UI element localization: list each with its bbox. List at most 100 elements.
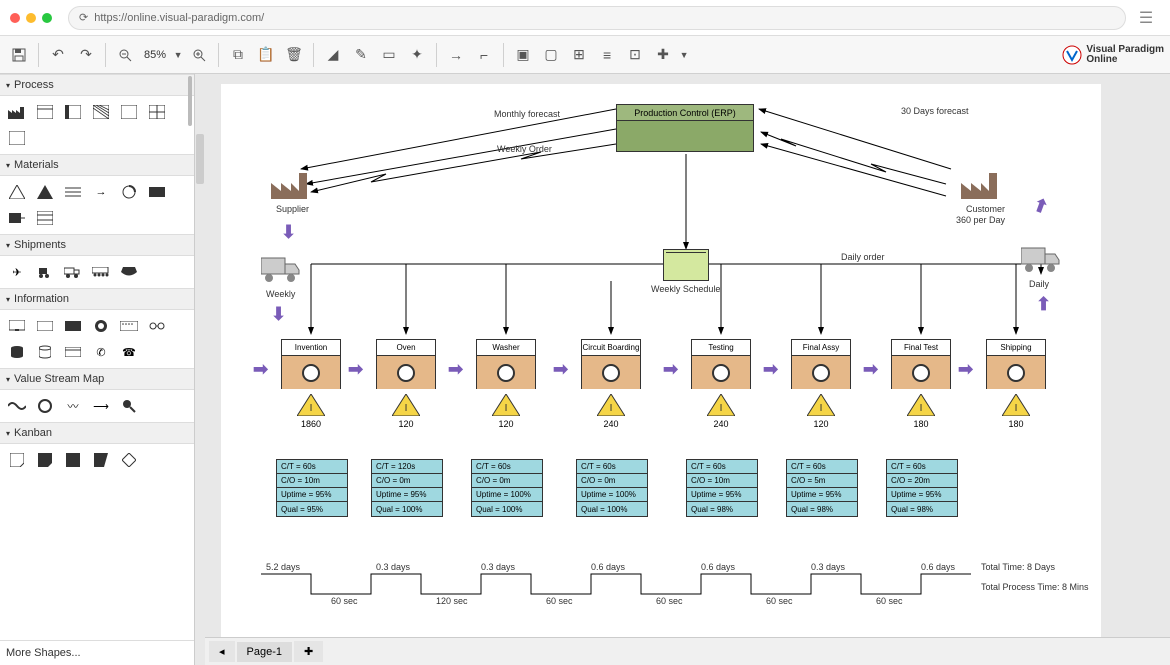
shape-rect-icon[interactable] bbox=[6, 128, 28, 148]
shape-plane-icon[interactable]: ✈ bbox=[6, 262, 28, 282]
redo-icon[interactable]: ↷ bbox=[73, 42, 99, 68]
shape-rectfill-icon[interactable] bbox=[62, 316, 84, 336]
align-icon[interactable]: ≡ bbox=[594, 42, 620, 68]
supplier-factory-icon[interactable] bbox=[271, 169, 309, 199]
shape-boat-icon[interactable] bbox=[118, 262, 140, 282]
metrics-box[interactable]: C/T = 60sC/O = 20mUptime = 95%Qual = 98% bbox=[886, 459, 958, 517]
page-tab-1[interactable]: Page-1 bbox=[237, 642, 292, 662]
shape-wave-icon[interactable]: 〰 bbox=[62, 396, 84, 416]
inventory-triangle-icon[interactable]: I bbox=[907, 394, 935, 416]
weekly-schedule-box[interactable] bbox=[663, 249, 709, 281]
sidebar-group-kanban[interactable]: ▾Kanban bbox=[0, 422, 194, 444]
inventory-triangle-icon[interactable]: I bbox=[492, 394, 520, 416]
connector-icon[interactable]: → bbox=[443, 42, 469, 68]
shape-screen-icon[interactable] bbox=[6, 316, 28, 336]
sidebar-group-information[interactable]: ▾Information bbox=[0, 288, 194, 310]
shape-push-icon[interactable]: → bbox=[90, 182, 112, 202]
shape-op-icon[interactable] bbox=[34, 396, 56, 416]
process-testing[interactable]: Testing bbox=[691, 339, 751, 389]
shape-keyboard-icon[interactable] bbox=[118, 316, 140, 336]
inventory-triangle-icon[interactable]: I bbox=[392, 394, 420, 416]
more-shapes-link[interactable]: More Shapes... bbox=[0, 640, 194, 665]
page-nav-prev[interactable]: ◂ bbox=[209, 641, 235, 662]
vp-logo[interactable]: Visual ParadigmOnline bbox=[1062, 45, 1164, 65]
save-icon[interactable] bbox=[6, 42, 32, 68]
shape-k3-icon[interactable] bbox=[62, 450, 84, 470]
paste-icon[interactable]: 📋 bbox=[253, 42, 279, 68]
metrics-box[interactable]: C/T = 60sC/O = 10mUptime = 95%Qual = 98% bbox=[686, 459, 758, 517]
shape-rect2-icon[interactable] bbox=[34, 316, 56, 336]
process-final-test[interactable]: Final Test bbox=[891, 339, 951, 389]
diagram-canvas[interactable]: Production Control (ERP) Monthly forecas… bbox=[221, 84, 1101, 637]
shape-supermarket-icon[interactable] bbox=[6, 208, 28, 228]
add-dropdown-icon[interactable]: ▼ bbox=[678, 42, 690, 68]
waypoint-icon[interactable]: ⌐ bbox=[471, 42, 497, 68]
shape-card-icon[interactable] bbox=[62, 342, 84, 362]
shape-circle2-icon[interactable] bbox=[90, 316, 112, 336]
metrics-box[interactable]: C/T = 60sC/O = 0mUptime = 100%Qual = 100… bbox=[576, 459, 648, 517]
copy-icon[interactable]: ⧉ bbox=[225, 42, 251, 68]
mac-max-dot[interactable] bbox=[42, 13, 52, 23]
inventory-triangle-icon[interactable]: I bbox=[297, 394, 325, 416]
shape-arrow2-icon[interactable]: ⟶ bbox=[90, 396, 112, 416]
undo-icon[interactable]: ↶ bbox=[45, 42, 71, 68]
metrics-box[interactable]: C/T = 120sC/O = 0mUptime = 95%Qual = 100… bbox=[371, 459, 443, 517]
shape-db-icon[interactable] bbox=[6, 342, 28, 362]
mac-min-dot[interactable] bbox=[26, 13, 36, 23]
group-icon[interactable]: ⊞ bbox=[566, 42, 592, 68]
fill-icon[interactable]: ◢ bbox=[320, 42, 346, 68]
metrics-box[interactable]: C/T = 60sC/O = 0mUptime = 100%Qual = 100… bbox=[471, 459, 543, 517]
shape-phone-icon[interactable]: ✆ bbox=[90, 342, 112, 362]
shape-fifo-icon[interactable] bbox=[62, 182, 84, 202]
back-icon[interactable]: ▢ bbox=[538, 42, 564, 68]
process-invention[interactable]: Invention bbox=[281, 339, 341, 389]
shape-hatch-icon[interactable] bbox=[90, 102, 112, 122]
zoom-dropdown-icon[interactable]: ▼ bbox=[172, 42, 184, 68]
shape-buffer-icon[interactable] bbox=[146, 182, 168, 202]
sidebar-group-vsm[interactable]: ▾Value Stream Map bbox=[0, 368, 194, 390]
inventory-triangle-icon[interactable]: I bbox=[1002, 394, 1030, 416]
shape-box2-icon[interactable] bbox=[62, 102, 84, 122]
shape-magnify-icon[interactable] bbox=[118, 396, 140, 416]
shape-kaizen-icon[interactable] bbox=[6, 396, 28, 416]
customer-factory-icon[interactable] bbox=[961, 169, 999, 199]
shape-box1-icon[interactable] bbox=[34, 102, 56, 122]
truck-supplier-icon[interactable] bbox=[261, 254, 301, 282]
process-washer[interactable]: Washer bbox=[476, 339, 536, 389]
shape-open-icon[interactable] bbox=[118, 102, 140, 122]
shape-factory-icon[interactable] bbox=[6, 102, 28, 122]
stroke-icon[interactable]: ✎ bbox=[348, 42, 374, 68]
distribute-icon[interactable]: ⊡ bbox=[622, 42, 648, 68]
shape-table-icon[interactable] bbox=[146, 102, 168, 122]
url-bar[interactable]: ⟳ https://online.visual-paradigm.com/ bbox=[68, 6, 1126, 30]
sidebar-splitter[interactable] bbox=[195, 74, 205, 665]
shape-glasses-icon[interactable] bbox=[146, 316, 168, 336]
process-final-assy[interactable]: Final Assy bbox=[791, 339, 851, 389]
shadow-icon[interactable]: ▭ bbox=[376, 42, 402, 68]
shape-db2-icon[interactable] bbox=[34, 342, 56, 362]
process-oven[interactable]: Oven bbox=[376, 339, 436, 389]
canvas-scroll[interactable]: Production Control (ERP) Monthly forecas… bbox=[205, 74, 1170, 637]
shape-truck-icon[interactable] bbox=[62, 262, 84, 282]
metrics-box[interactable]: C/T = 60sC/O = 5mUptime = 95%Qual = 98% bbox=[786, 459, 858, 517]
shape-k2-icon[interactable] bbox=[34, 450, 56, 470]
zoom-label[interactable]: 85% bbox=[140, 49, 170, 61]
front-icon[interactable]: ▣ bbox=[510, 42, 536, 68]
shape-rail-icon[interactable] bbox=[90, 262, 112, 282]
shape-phone2-icon[interactable]: ☎ bbox=[118, 342, 140, 362]
shape-k5-icon[interactable] bbox=[118, 450, 140, 470]
sidebar-group-materials[interactable]: ▾Materials bbox=[0, 154, 194, 176]
shape-safety-icon[interactable] bbox=[34, 182, 56, 202]
inventory-triangle-icon[interactable]: I bbox=[597, 394, 625, 416]
mac-close-dot[interactable] bbox=[10, 13, 20, 23]
process-circuit-boarding[interactable]: Circuit Boarding bbox=[581, 339, 641, 389]
sidebar-group-process[interactable]: ▾Process bbox=[0, 74, 194, 96]
reload-icon[interactable]: ⟳ bbox=[79, 11, 88, 24]
inventory-triangle-icon[interactable]: I bbox=[707, 394, 735, 416]
add-icon[interactable]: ✚ bbox=[650, 42, 676, 68]
browser-menu-icon[interactable]: ☰ bbox=[1132, 4, 1160, 32]
shape-circle-icon[interactable] bbox=[118, 182, 140, 202]
shape-triangle-icon[interactable] bbox=[6, 182, 28, 202]
page-add[interactable]: ✚ bbox=[294, 641, 323, 662]
process-shipping[interactable]: Shipping bbox=[986, 339, 1046, 389]
